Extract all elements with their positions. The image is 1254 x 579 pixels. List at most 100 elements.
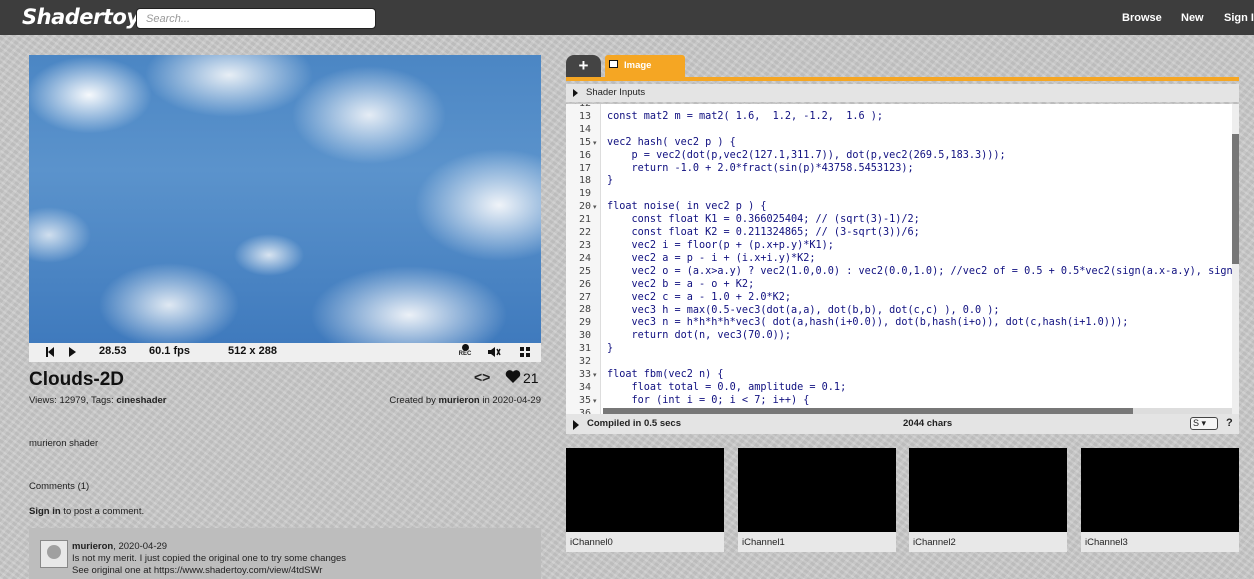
- rewind-icon[interactable]: [45, 345, 55, 359]
- channel-preview[interactable]: [738, 448, 896, 532]
- code-toggle-icon[interactable]: <>: [474, 369, 490, 385]
- code-line: for (int i = 0; i < 7; i++) {: [607, 394, 810, 406]
- line-number: 21: [578, 214, 591, 226]
- line-number: 28: [578, 304, 591, 316]
- record-button[interactable]: REC: [457, 344, 473, 358]
- options-select[interactable]: S ▾: [1190, 417, 1218, 430]
- code-line: vec2 a = p - i + (i.x+i.y)*K2;: [607, 252, 816, 264]
- line-number: 30: [578, 330, 591, 342]
- char-count: 2044 chars: [903, 418, 953, 429]
- fullscreen-icon[interactable]: [519, 345, 531, 359]
- channel-slot-1[interactable]: iChannel1: [738, 448, 896, 552]
- line-number: 12: [566, 104, 591, 111]
- line-number: 15: [578, 136, 591, 148]
- code-line: float fbm(vec2 n) {: [607, 369, 724, 381]
- tab-image[interactable]: Image: [605, 55, 685, 77]
- nav-new-link[interactable]: New: [1181, 12, 1204, 24]
- nav-browse-link[interactable]: Browse: [1122, 12, 1162, 24]
- created-date: in 2020-04-29: [479, 395, 541, 406]
- line-number: 34: [578, 381, 591, 393]
- comment-date: , 2020-04-29: [113, 541, 168, 552]
- shader-title: Clouds-2D: [29, 369, 124, 390]
- line-number: 20: [578, 201, 591, 213]
- comment-text-line-1: Is not my merit. I just copied the origi…: [72, 553, 347, 564]
- line-number: 26: [578, 278, 591, 290]
- fold-arrow-icon[interactable]: ▾: [593, 203, 597, 211]
- code-line: vec2 i = floor(p + (p.x+p.y)*K1);: [607, 239, 834, 251]
- fold-arrow-icon[interactable]: ▾: [593, 371, 597, 379]
- monitor-icon: [609, 60, 618, 68]
- channel-preview[interactable]: [566, 448, 724, 532]
- line-number: 23: [578, 239, 591, 251]
- code-line: vec2 b = a - o + K2;: [607, 278, 755, 290]
- tab-underline: [566, 77, 1239, 81]
- avatar: [40, 540, 68, 568]
- line-number: 13: [578, 110, 591, 122]
- code-line: vec3 h = max(0.5-vec3(dot(a,a), dot(b,b)…: [607, 304, 1000, 316]
- code-line: vec3 n = h*h*h*h*vec3( dot(a,hash(i+0.0)…: [607, 317, 1129, 329]
- signin-link[interactable]: Sign in: [29, 506, 61, 517]
- nav-signin-link[interactable]: Sign In: [1224, 12, 1254, 24]
- channel-slot-0[interactable]: iChannel0: [566, 448, 724, 552]
- vertical-scrollbar[interactable]: [1232, 104, 1239, 414]
- code-line: vec2 c = a - 1.0 + 2.0*K2;: [607, 291, 792, 303]
- line-number: 27: [578, 291, 591, 303]
- fold-arrow-icon[interactable]: ▾: [593, 397, 597, 405]
- signin-prompt: Sign in to post a comment.: [29, 506, 144, 517]
- line-number: 18: [578, 175, 591, 187]
- shader-inputs-toggle[interactable]: Shader Inputs: [566, 84, 1239, 102]
- line-number: 22: [578, 227, 591, 238]
- signin-rest: to post a comment.: [60, 506, 145, 517]
- code-text[interactable]: const mat2 m = mat2( 1.6, 1.2, -1.2, 1.6…: [607, 104, 1239, 414]
- line-number: 29: [578, 317, 591, 329]
- volume-icon[interactable]: [487, 345, 501, 359]
- line-number: 33: [578, 368, 591, 380]
- vertical-scroll-thumb[interactable]: [1232, 134, 1239, 264]
- channel-label: iChannel2: [909, 532, 1067, 552]
- like-count: 21: [523, 370, 539, 386]
- created-by: Created by murieron in 2020-04-29: [389, 395, 541, 406]
- shader-preview-canvas[interactable]: [29, 55, 541, 343]
- code-line: float noise( in vec2 p ) {: [607, 201, 767, 213]
- record-icon: [461, 344, 469, 351]
- code-line: return dot(n, vec3(70.0));: [607, 330, 792, 342]
- code-line: }: [607, 175, 614, 187]
- record-label: REC: [458, 351, 472, 357]
- channel-preview[interactable]: [909, 448, 1067, 532]
- line-number: 16: [578, 149, 591, 161]
- search-input[interactable]: [136, 8, 376, 29]
- help-icon[interactable]: ?: [1226, 417, 1233, 429]
- comment-user-link[interactable]: murieron: [72, 541, 113, 552]
- code-line: const float K2 = 0.211324865; // (3-sqrt…: [607, 227, 920, 239]
- site-logo[interactable]: Shadertoy: [22, 5, 140, 29]
- line-number-gutter: 12131415▾1617181920▾21222324252627282930…: [566, 104, 601, 414]
- fold-arrow-icon[interactable]: ▾: [593, 139, 597, 147]
- shader-inputs-label: Shader Inputs: [586, 87, 646, 98]
- top-bar: Shadertoy Browse New Sign In: [0, 0, 1254, 35]
- compile-play-icon[interactable]: [573, 420, 579, 430]
- options-select-value: S: [1193, 418, 1200, 428]
- channel-preview[interactable]: [1081, 448, 1239, 532]
- play-icon[interactable]: [68, 345, 77, 359]
- code-editor[interactable]: 12131415▾1617181920▾21222324252627282930…: [566, 104, 1239, 414]
- shader-stats: Views: 12979, Tags: cineshader: [29, 395, 167, 406]
- code-line: }: [607, 343, 614, 355]
- code-line: float total = 0.0, amplitude = 0.1;: [607, 381, 847, 393]
- author-link[interactable]: murieron: [439, 395, 480, 406]
- code-line: vec2 o = (a.x>a.y) ? vec2(1.0,0.0) : vec…: [607, 265, 1239, 277]
- expand-icon: [573, 89, 578, 97]
- line-number: 19: [578, 188, 591, 200]
- comments-header: Comments (1): [29, 481, 90, 492]
- code-line: const float K1 = 0.366025404; // (sqrt(3…: [607, 214, 920, 226]
- channel-slot-2[interactable]: iChannel2: [909, 448, 1067, 552]
- line-number: 17: [578, 162, 591, 174]
- add-tab-button[interactable]: +: [566, 55, 601, 77]
- tag-link[interactable]: cineshader: [116, 395, 166, 406]
- channel-slot-3[interactable]: iChannel3: [1081, 448, 1239, 552]
- heart-icon[interactable]: [505, 369, 521, 384]
- time-readout: 28.53: [99, 345, 127, 357]
- channel-label: iChannel1: [738, 532, 896, 552]
